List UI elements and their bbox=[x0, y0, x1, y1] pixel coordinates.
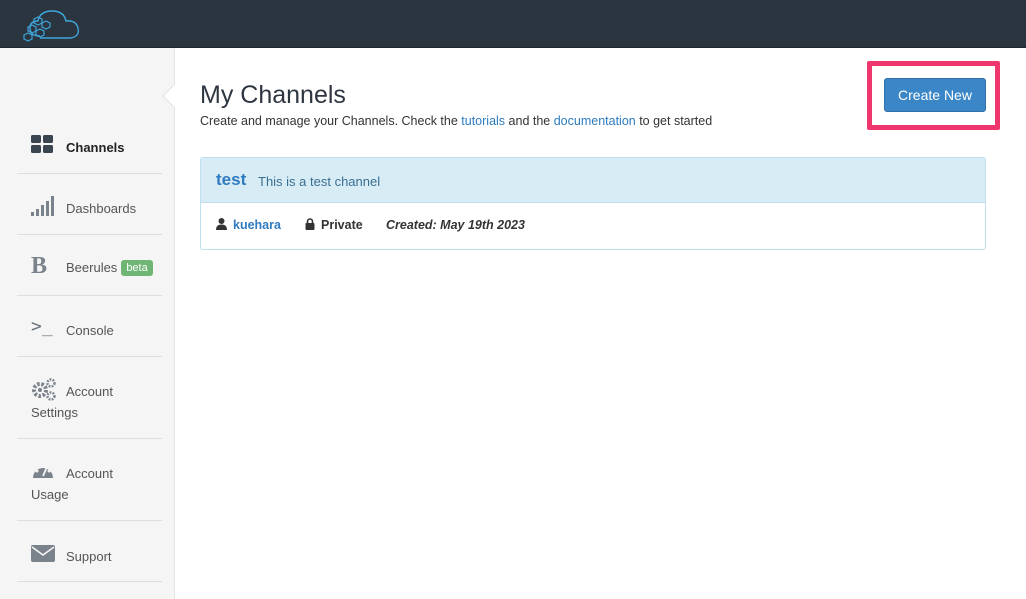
gears-icon bbox=[32, 378, 56, 401]
sidebar-item-account-settings[interactable]: Account Settings bbox=[17, 357, 162, 439]
sidebar-item-dashboards[interactable]: Dashboards bbox=[17, 174, 162, 235]
sidebar-item-channels[interactable]: Channels bbox=[17, 111, 162, 174]
sidebar-item-beerules[interactable]: B Beerules beta bbox=[17, 235, 162, 296]
sidebar-item-label: Console bbox=[66, 323, 114, 338]
sidebar-item-support[interactable]: Support bbox=[17, 521, 162, 582]
envelope-icon bbox=[31, 545, 55, 562]
beta-badge: beta bbox=[121, 260, 153, 276]
grid-icon bbox=[31, 135, 53, 153]
terminal-prompt-icon: >_ bbox=[31, 316, 53, 337]
tutorials-link[interactable]: tutorials bbox=[461, 114, 505, 128]
sidebar-item-label: Support bbox=[66, 549, 112, 564]
sidebar-item-label: Account bbox=[66, 384, 113, 399]
user-icon bbox=[216, 218, 227, 230]
page-subtitle: Create and manage your Channels. Check t… bbox=[200, 114, 713, 128]
channel-name-link[interactable]: test bbox=[216, 170, 246, 190]
sidebar: Channels Dashboards B Beerules beta >_ Co… bbox=[0, 48, 175, 599]
sidebar-item-label-line2: Settings bbox=[31, 405, 78, 420]
top-bar bbox=[0, 0, 1026, 48]
sidebar-item-label: Channels bbox=[66, 140, 125, 155]
sidebar-item-label-line2: Usage bbox=[31, 487, 69, 502]
signal-bars-icon bbox=[31, 196, 54, 216]
sidebar-item-label: Dashboards bbox=[66, 201, 137, 216]
channel-owner: kuehara bbox=[216, 218, 281, 232]
sidebar-item-label: Account bbox=[66, 466, 113, 481]
channel-card-header: test This is a test channel bbox=[201, 158, 985, 203]
channel-visibility: Private bbox=[305, 218, 363, 232]
channel-description: This is a test channel bbox=[258, 174, 381, 189]
sidebar-item-console[interactable]: >_ Console bbox=[17, 296, 162, 357]
create-new-button[interactable]: Create New bbox=[884, 78, 986, 112]
cloud-logo-icon[interactable] bbox=[20, 6, 88, 44]
page-title: My Channels bbox=[200, 81, 346, 109]
dashboard-gauge-icon bbox=[33, 463, 53, 478]
lock-icon bbox=[305, 218, 315, 230]
sidebar-item-account-usage[interactable]: Account Usage bbox=[17, 439, 162, 521]
bold-b-icon: B bbox=[31, 253, 48, 279]
channel-card: test This is a test channel kuehara Priv… bbox=[200, 157, 986, 250]
owner-link[interactable]: kuehara bbox=[233, 218, 281, 232]
documentation-link[interactable]: documentation bbox=[554, 114, 636, 128]
channel-created-date: Created: May 19th 2023 bbox=[386, 218, 525, 232]
main-content: My Channels Create and manage your Chann… bbox=[175, 48, 1026, 599]
sidebar-item-label: Beerules beta bbox=[66, 260, 153, 276]
